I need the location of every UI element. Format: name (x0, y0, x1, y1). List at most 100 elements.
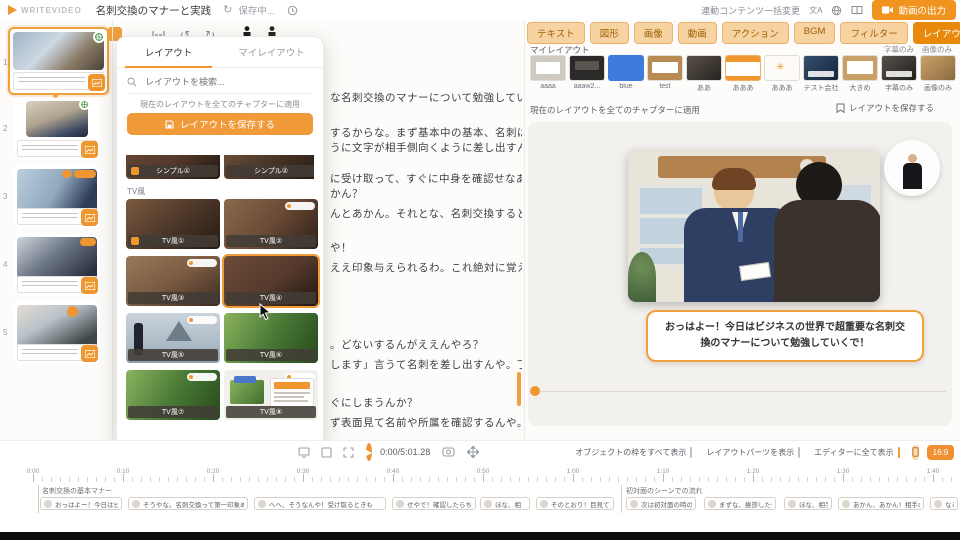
saved-layout-item-selected[interactable]: あああ (725, 55, 761, 93)
filter-subtitle-only[interactable]: 字幕のみ (884, 44, 914, 55)
script-line[interactable]: かん？ (330, 186, 522, 198)
saved-layout-item[interactable]: 大きめ (842, 55, 878, 93)
export-video-button[interactable]: 動画の出力 (872, 0, 956, 20)
layout-option-tv-4-selected[interactable]: TV風④ (224, 256, 318, 306)
chapter-item-2[interactable] (14, 98, 100, 160)
script-line[interactable]: んとあかん。それとな、名刺交換すると (330, 206, 522, 218)
toggle-show-all-checkbox[interactable] (898, 447, 900, 458)
layout-option-tv-1[interactable]: TV風① (126, 199, 220, 249)
script-line[interactable]: や！ (330, 240, 522, 252)
saved-layout-item[interactable]: 字幕のみ (881, 55, 917, 93)
subtitle-clip[interactable]: へへ、そうなんや！受け取るときも (254, 497, 386, 510)
script-line[interactable]: な名刺交換のマナーについて勉強していく (330, 90, 522, 102)
fullscreen-icon[interactable] (343, 447, 354, 458)
translate-icon[interactable]: 文A (809, 5, 822, 16)
tab-bgm[interactable]: BGM (794, 22, 836, 44)
app-logo[interactable]: WRITEVIDEO (8, 5, 82, 15)
subtitle-clip[interactable]: ほな、相 (480, 497, 530, 510)
info-pill (187, 316, 217, 324)
bulk-edit-link[interactable]: 連動コンテンツ一括変更 (701, 4, 800, 17)
script-line[interactable]: うに文字が相手側向くように差し出すん (330, 140, 522, 152)
video-frame[interactable] (628, 150, 880, 302)
saved-layout-item[interactable]: テスト会社 (803, 55, 839, 93)
orientation-button[interactable] (912, 445, 919, 460)
narrator-avatar[interactable] (884, 140, 940, 196)
layout-option-simple-2[interactable]: シンプル② (224, 155, 314, 179)
tab-filter[interactable]: フィルター (840, 22, 907, 44)
popup-tab-layout[interactable]: レイアウト (117, 37, 220, 67)
layout-option-tv-7[interactable]: TV風⑦ (126, 370, 220, 420)
preview-canvas[interactable]: おっはよー！今日はビジネスの世界で超重要な名刺交換のマナーについて勉強していくで… (528, 122, 952, 426)
apply-all-chapters-link[interactable]: 現在のレイアウトを全てのチャプターに適用 (530, 104, 700, 116)
layout-option-tv-2[interactable]: TV風② (224, 199, 318, 249)
layout-button[interactable] (81, 141, 98, 158)
aspect-16-9-button[interactable]: 16:9 (927, 445, 955, 460)
history-icon[interactable] (287, 5, 298, 16)
saved-layout-item-loading[interactable]: ✳ あああ (764, 55, 800, 93)
tab-layout[interactable]: レイアウト (913, 22, 960, 44)
saved-layout-item[interactable]: 画像のみ (920, 55, 956, 93)
capture-icon[interactable] (442, 447, 455, 457)
tab-video[interactable]: 動画 (678, 22, 717, 44)
guide-book-icon[interactable] (851, 5, 863, 16)
saved-layout-item[interactable]: blue (608, 55, 644, 90)
subtitle-clip[interactable]: そうやな。名刺交換って第一印象め (128, 497, 248, 510)
toggle-object-frames-checkbox[interactable] (690, 447, 692, 458)
subtitle-bubble[interactable]: おっはよー！今日はビジネスの世界で超重要な名刺交換のマナーについて勉強していくで… (646, 310, 924, 362)
playhead[interactable] (38, 485, 39, 513)
script-line[interactable]: 。どないするんがええんやろ？ (330, 337, 522, 349)
layout-button[interactable] (81, 345, 98, 362)
play-button[interactable]: ▶ (366, 443, 372, 461)
script-line[interactable]: に受け取って、すぐに中身を確認せなあ (330, 171, 522, 183)
subtitle-clip[interactable]: ほな、相手 (784, 497, 832, 510)
subtitle-clip[interactable]: そのとおり！目見て笑 (536, 497, 614, 510)
tab-shape[interactable]: 図形 (590, 22, 629, 44)
chapter-item-5[interactable] (14, 302, 100, 364)
subtitle-clip[interactable]: なる (930, 497, 958, 510)
script-line[interactable]: します」言うて名刺を差し出すんや。丁 (330, 357, 522, 369)
layout-button[interactable] (81, 209, 98, 226)
saved-layout-item[interactable]: test (647, 55, 683, 90)
script-scrollbar-thumb[interactable] (517, 372, 521, 406)
layout-option-simple-1[interactable]: シンプル① (126, 155, 220, 179)
subtitle-clip[interactable]: あかん、あかん！相手の名 (838, 497, 924, 510)
subtitle-clip[interactable]: せやで！確認したらちゃ (392, 497, 476, 510)
safe-area-icon[interactable] (321, 447, 332, 458)
subtitle-clip[interactable]: まずな、挨拶した後 (704, 497, 776, 510)
layout-option-tv-8[interactable]: TV風⑧ (224, 370, 318, 420)
globe-icon[interactable] (831, 5, 842, 16)
subtitle-clip[interactable]: 次は初対面の時の (626, 497, 696, 510)
seek-track[interactable] (540, 391, 946, 392)
chapter-item-1[interactable] (8, 27, 109, 95)
tab-image[interactable]: 画像 (634, 22, 673, 44)
chapter-item-4[interactable] (14, 234, 100, 296)
save-layout-button[interactable]: レイアウトを保存する (127, 113, 313, 135)
subtitle-clip[interactable]: おっはよー！今日はビ (40, 497, 122, 510)
layout-option-tv-3[interactable]: TV風③ (126, 256, 220, 306)
display-icon[interactable] (298, 447, 310, 458)
playback-bar: ▶ 0:00/5:01.28 オブジェクトの枠をすべて表示 レイアウトパーツを表… (0, 440, 960, 464)
apply-all-chapters-link[interactable]: 現在のレイアウトを全てのチャプターに適用 (117, 99, 323, 110)
layout-button[interactable] (88, 74, 105, 91)
chapter-item-3[interactable] (14, 166, 100, 228)
saved-layout-item[interactable]: aaaw2... (569, 55, 605, 90)
layout-search-input[interactable] (143, 76, 297, 88)
saved-layout-item[interactable]: ああ (686, 55, 722, 93)
script-line[interactable]: ず表面見て名前や所属を確認するんや。 (330, 415, 522, 427)
script-line[interactable]: するからな。まず基本中の基本、名刺は (330, 125, 522, 137)
toggle-layout-parts-checkbox[interactable] (798, 447, 800, 458)
project-title[interactable]: 名刺交換のマナーと実践 (96, 3, 212, 18)
save-layout-link[interactable]: レイアウトを保存する (836, 102, 934, 114)
tab-action[interactable]: アクション (722, 22, 789, 44)
tab-text[interactable]: テキスト (527, 22, 585, 44)
move-icon[interactable] (467, 446, 479, 458)
popup-tab-my-layout[interactable]: マイレイアウト (220, 37, 323, 67)
filter-image-only[interactable]: 画像のみ (922, 44, 952, 55)
seek-handle[interactable] (530, 386, 540, 396)
saved-layout-item[interactable]: aaaa (530, 55, 566, 90)
layout-button[interactable] (81, 277, 98, 294)
script-line[interactable]: ええ印象与えられるわ。これ絶対に覚え (330, 260, 522, 272)
speaker-avatar (842, 500, 850, 508)
script-line[interactable]: ぐにしまうんか？ (330, 395, 522, 407)
layout-option-tv-5[interactable]: TV風⑤ (126, 313, 220, 363)
